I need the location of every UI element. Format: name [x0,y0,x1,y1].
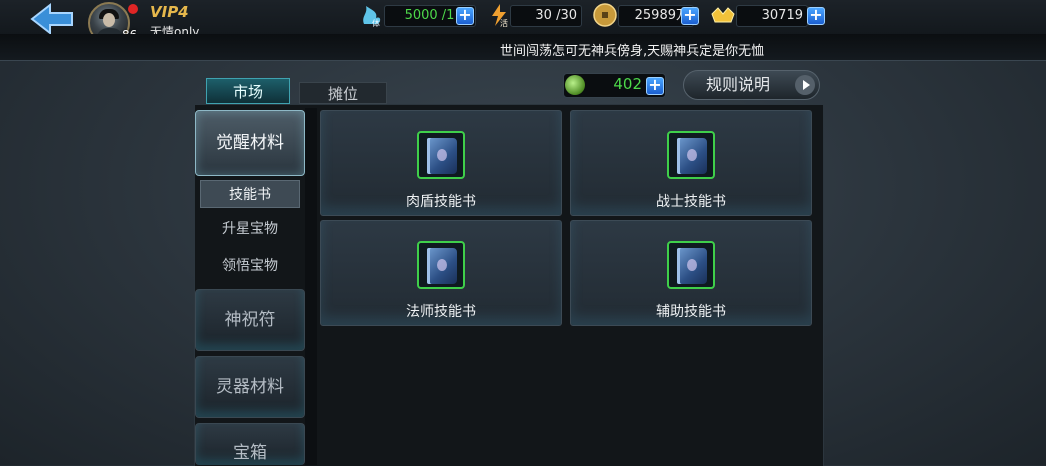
subcategory-skill-books[interactable]: 技能书 [200,180,300,208]
skill-book-icon [667,241,715,289]
skill-book-icon [417,241,465,289]
item-label: 战士技能书 [656,194,726,210]
category-blessing-charm[interactable]: 神祝符 [195,289,305,351]
item-card-tank-skill-book[interactable]: 肉盾技能书 [320,110,562,216]
add-stamina-button[interactable]: + [456,7,474,25]
jade-currency-value: 402 [613,75,642,93]
back-button[interactable] [28,2,78,36]
tab-market[interactable]: 市场 [206,78,290,104]
notification-dot [128,4,138,14]
gold-ingot-icon [711,7,735,23]
coin-icon [593,3,617,27]
category-scrollbar[interactable] [305,108,317,465]
skill-book-icon [417,131,465,179]
back-arrow-icon [30,2,73,36]
category-treasure-chest[interactable]: 宝箱 [195,423,305,465]
category-spirit-materials[interactable]: 灵器材料 [195,356,305,418]
add-gold-button[interactable]: + [807,7,825,25]
category-awakening-materials[interactable]: 觉醒材料 [195,110,305,176]
skill-book-icon [667,131,715,179]
announcement-ticker: 世间闯荡怎可无神兵傍身,天赐神兵定是你无恤 [500,44,765,58]
subcategory-insight-treasures[interactable]: 领悟宝物 [200,252,300,280]
add-jade-button[interactable]: + [646,77,664,95]
item-label: 肉盾技能书 [406,194,476,210]
tab-stall[interactable]: 摊位 [299,82,387,104]
item-label: 法师技能书 [406,304,476,320]
add-coins-button[interactable]: + [681,7,699,25]
energy-value: 30 /30 [510,5,582,27]
arrow-right-icon [795,75,815,95]
stamina-icon: 体 [363,6,381,28]
item-label: 辅助技能书 [656,304,726,320]
vip-badge[interactable]: VIP4 [150,3,189,21]
subcategory-star-treasures[interactable]: 升星宝物 [200,215,300,243]
energy-icon: 活 [492,4,508,28]
rules-button[interactable]: 规则说明 [683,70,820,100]
svg-text:体: 体 [372,18,380,28]
item-card-support-skill-book[interactable]: 辅助技能书 [570,220,812,326]
gold-value: 30719 [736,5,808,27]
item-card-warrior-skill-book[interactable]: 战士技能书 [570,110,812,216]
rules-button-label: 规则说明 [706,75,771,94]
jade-icon [565,75,585,95]
item-card-mage-skill-book[interactable]: 法师技能书 [320,220,562,326]
svg-text:活: 活 [500,18,508,28]
